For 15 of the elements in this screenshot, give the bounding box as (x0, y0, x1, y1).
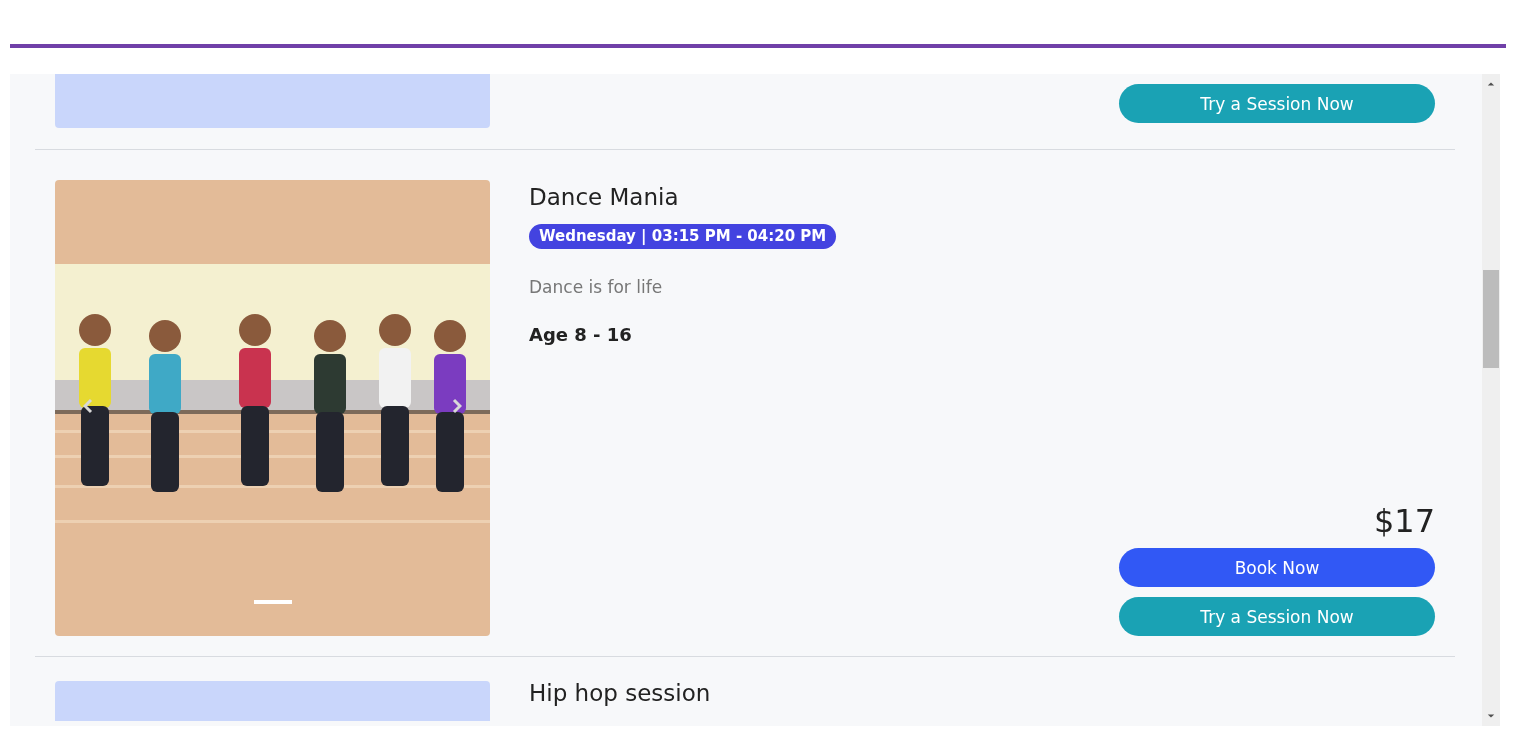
book-now-button[interactable]: Book Now (1119, 548, 1435, 587)
scrollbar-thumb[interactable] (1483, 270, 1499, 368)
schedule-badge: Wednesday | 03:15 PM - 04:20 PM (529, 224, 837, 249)
session-title: Hip hop session (529, 679, 711, 707)
chevron-left-icon[interactable] (83, 398, 93, 414)
chevron-right-icon[interactable] (452, 398, 462, 414)
try-session-button[interactable]: Try a Session Now (1119, 84, 1435, 123)
try-session-button[interactable]: Try a Session Now (1119, 597, 1435, 636)
scroll-up-icon[interactable] (1487, 81, 1495, 87)
price: $17 (1372, 502, 1435, 540)
session-title: Dance Mania (529, 183, 679, 212)
session-description: Dance is for life (529, 277, 663, 297)
scrollbar[interactable] (1482, 74, 1500, 726)
age-range: Age 8 - 16 (529, 324, 632, 345)
scroll-down-icon[interactable] (1487, 713, 1495, 719)
